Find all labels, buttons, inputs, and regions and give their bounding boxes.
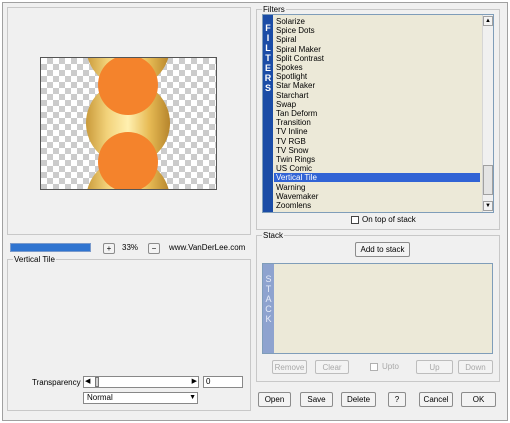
filter-list-item[interactable]: Swap xyxy=(274,100,480,109)
vanderlee-link[interactable]: www.VanDerLee.com xyxy=(169,243,245,253)
stack-tab: STACK xyxy=(263,264,274,353)
tab-letter: L xyxy=(265,43,271,53)
filter-list-item[interactable]: Star Maker xyxy=(274,81,480,90)
filter-items: Solarize Spice Dots Spiral Spiral Maker Spli… xyxy=(274,17,481,211)
settings-group-label: Vertical Tile xyxy=(13,255,56,264)
filter-list-item[interactable]: Transition xyxy=(274,118,480,127)
transparency-slider[interactable]: ◀ ▶ xyxy=(83,376,199,388)
filter-list-item[interactable]: Vertical Tile xyxy=(274,173,480,183)
zoom-in-button[interactable]: + xyxy=(103,243,115,254)
filter-list-item[interactable]: Spiral Maker xyxy=(274,45,480,54)
blend-mode-value: Normal xyxy=(87,393,113,402)
tab-letter: T xyxy=(265,53,271,63)
remove-button[interactable]: Remove xyxy=(272,360,307,374)
tab-letter: R xyxy=(264,73,272,83)
settings-group xyxy=(7,259,251,411)
scroll-down-icon[interactable]: ▼ xyxy=(483,201,493,211)
up-button[interactable]: Up xyxy=(416,360,453,374)
slider-left-arrow-icon[interactable]: ◀ xyxy=(85,378,90,386)
tab-letter: F xyxy=(265,23,271,33)
tab-letter: E xyxy=(264,63,271,73)
save-button[interactable]: Save xyxy=(300,392,333,407)
stack-group-label: Stack xyxy=(262,231,285,240)
filter-list-item[interactable]: TV Inline xyxy=(274,127,480,136)
tab-letter: S xyxy=(264,83,271,93)
stack-tab-text: STACK xyxy=(263,274,274,324)
filter-list-item[interactable]: Wavemaker xyxy=(274,192,480,201)
chevron-down-icon[interactable]: ▼ xyxy=(189,393,196,403)
on-top-label: On top of stack xyxy=(362,215,416,224)
filter-list-item[interactable]: Twin Rings xyxy=(274,155,480,164)
filter-scrollbar[interactable]: ▲ ▼ xyxy=(482,15,493,212)
upto-checkbox[interactable] xyxy=(370,363,378,371)
tab-letter: T xyxy=(265,284,272,294)
filter-list-item[interactable]: Split Contrast xyxy=(274,54,480,63)
tab-letter: C xyxy=(265,304,272,314)
filter-list-item[interactable]: Solarize xyxy=(274,17,480,26)
scroll-up-icon[interactable]: ▲ xyxy=(483,16,493,26)
filter-list-item[interactable]: Warning xyxy=(274,183,480,192)
filters-group-label: Filters xyxy=(262,5,286,14)
filters-tab-text: FILTERS xyxy=(263,23,273,93)
slider-thumb[interactable] xyxy=(95,377,99,387)
filter-list-item[interactable]: US Comic xyxy=(274,164,480,173)
open-button[interactable]: Open xyxy=(258,392,291,407)
slider-right-arrow-icon[interactable]: ▶ xyxy=(192,378,197,386)
transparency-input[interactable]: 0 xyxy=(203,376,243,388)
filter-list[interactable]: FILTERS Solarize Spice Dots Spiral Spiral M… xyxy=(262,14,494,213)
preview-image[interactable] xyxy=(40,57,217,190)
filter-list-item[interactable]: Spice Dots xyxy=(274,26,480,35)
clear-button[interactable]: Clear xyxy=(315,360,349,374)
filter-list-item[interactable]: Spotlight xyxy=(274,72,480,81)
filter-list-item[interactable]: TV RGB xyxy=(274,137,480,146)
down-button[interactable]: Down xyxy=(458,360,493,374)
blend-mode-select[interactable]: Normal ▼ xyxy=(83,392,198,404)
tab-letter: S xyxy=(265,274,272,284)
ok-button[interactable]: OK xyxy=(461,392,496,407)
filter-list-item[interactable]: Spiral xyxy=(274,35,480,44)
tab-letter: K xyxy=(265,314,272,324)
filter-list-item[interactable]: Spokes xyxy=(274,63,480,72)
zoom-out-button[interactable]: − xyxy=(148,243,160,254)
delete-button[interactable]: Delete xyxy=(341,392,376,407)
cancel-button[interactable]: Cancel xyxy=(419,392,453,407)
zoom-level: 33% xyxy=(122,243,139,252)
filter-list-item[interactable]: TV Snow xyxy=(274,146,480,155)
filter-list-item[interactable]: Zoomlens xyxy=(274,201,480,210)
tab-letter: I xyxy=(266,33,270,43)
transparency-label: Transparency xyxy=(32,378,81,387)
filters-tab: FILTERS xyxy=(263,15,273,212)
on-top-checkbox[interactable] xyxy=(351,216,359,224)
progress-bar xyxy=(10,243,91,252)
tab-letter: A xyxy=(265,294,272,304)
scroll-thumb[interactable] xyxy=(483,165,493,195)
filter-list-item[interactable]: Starchart xyxy=(274,91,480,100)
stack-list[interactable]: STACK xyxy=(262,263,493,354)
filter-list-item[interactable]: Tan Deform xyxy=(274,109,480,118)
add-to-stack-button[interactable]: Add to stack xyxy=(355,242,410,257)
help-button[interactable]: ? xyxy=(388,392,406,407)
vertical-tile-render xyxy=(86,58,170,189)
upto-label: Upto xyxy=(382,362,399,371)
